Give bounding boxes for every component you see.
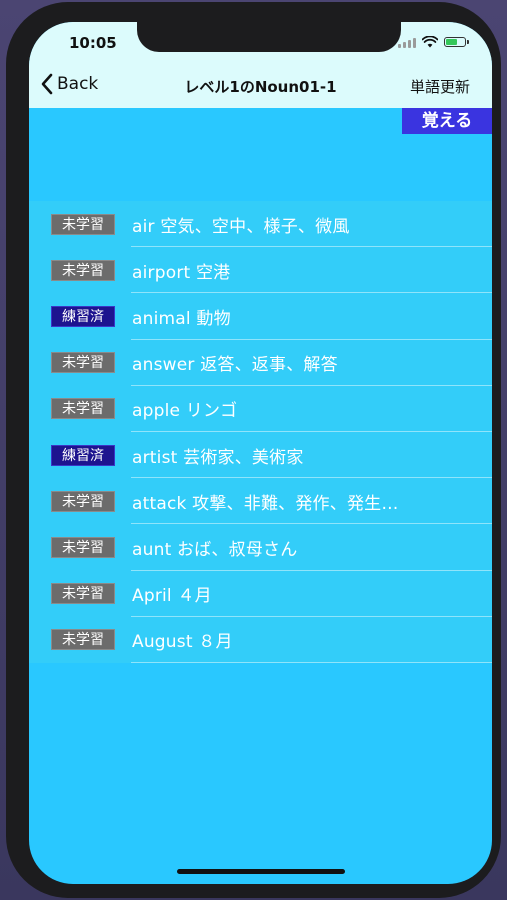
word-row[interactable]: 未学習 airport 空港 — [29, 247, 492, 294]
status-badge: 未学習 — [51, 490, 115, 512]
status-badge: 未学習 — [51, 352, 115, 374]
cellular-signal-icon — [398, 37, 416, 48]
home-indicator — [177, 869, 345, 874]
status-badge: 未学習 — [51, 259, 115, 281]
word-row[interactable]: 未学習 attack 攻撃、非難、発作、発生… — [29, 478, 492, 525]
device-frame: 10:05 Back レベル1のNoun01-1 単語更新 覚える 未学習 ai… — [0, 0, 507, 900]
word-row[interactable]: 未学習 answer 返答、返事、解答 — [29, 340, 492, 386]
word-text: apple リンゴ — [132, 401, 238, 422]
word-text: aunt おば、叔母さん — [132, 539, 298, 560]
app-screen: 10:05 Back レベル1のNoun01-1 単語更新 覚える 未学習 ai… — [29, 22, 492, 884]
status-badge: 未学習 — [51, 629, 115, 651]
status-badge: 未学習 — [51, 213, 115, 235]
word-list: 未学習 air 空気、空中、様子、微風 未学習 airport 空港 練習済 animal… — [29, 201, 492, 664]
word-row[interactable]: 未学習 aunt おば、叔母さん — [29, 524, 492, 571]
battery-level — [446, 39, 457, 45]
status-icons — [398, 36, 469, 48]
word-text: artist 芸術家、美術家 — [132, 447, 304, 468]
back-label: Back — [57, 74, 99, 94]
back-button[interactable]: Back — [41, 73, 98, 95]
status-badge: 練習済 — [51, 444, 115, 466]
word-row[interactable]: 未学習 April ４月 — [29, 571, 492, 617]
device-bezel: 10:05 Back レベル1のNoun01-1 単語更新 覚える 未学習 ai… — [6, 2, 501, 898]
status-badge: 練習済 — [51, 305, 115, 327]
word-text: April ４月 — [132, 586, 212, 607]
word-row[interactable]: 未学習 apple リンゴ — [29, 386, 492, 433]
word-row[interactable]: 練習済 artist 芸術家、美術家 — [29, 432, 492, 479]
word-text: air 空気、空中、様子、微風 — [132, 216, 350, 237]
battery-charging-icon — [444, 37, 469, 47]
word-text: August ８月 — [132, 632, 233, 653]
update-words-button[interactable]: 単語更新 — [410, 76, 470, 97]
memorize-button[interactable]: 覚える — [402, 108, 492, 134]
word-row[interactable]: 未学習 air 空気、空中、様子、微風 — [29, 201, 492, 248]
chevron-left-icon — [41, 73, 53, 95]
word-text: attack 攻撃、非難、発作、発生… — [132, 493, 399, 514]
word-text: answer 返答、返事、解答 — [132, 355, 338, 376]
status-time: 10:05 — [69, 34, 117, 52]
status-badge: 未学習 — [51, 583, 115, 605]
page-title: レベル1のNoun01-1 — [184, 78, 337, 96]
device-notch — [137, 22, 401, 52]
status-badge: 未学習 — [51, 536, 115, 558]
status-badge: 未学習 — [51, 398, 115, 420]
word-row[interactable]: 未学習 August ８月 — [29, 617, 492, 664]
wifi-icon — [422, 36, 438, 48]
word-text: airport 空港 — [132, 262, 231, 283]
word-row[interactable]: 練習済 animal 動物 — [29, 293, 492, 340]
navigation-bar: Back レベル1のNoun01-1 単語更新 — [29, 66, 492, 108]
word-text: animal 動物 — [132, 308, 231, 329]
